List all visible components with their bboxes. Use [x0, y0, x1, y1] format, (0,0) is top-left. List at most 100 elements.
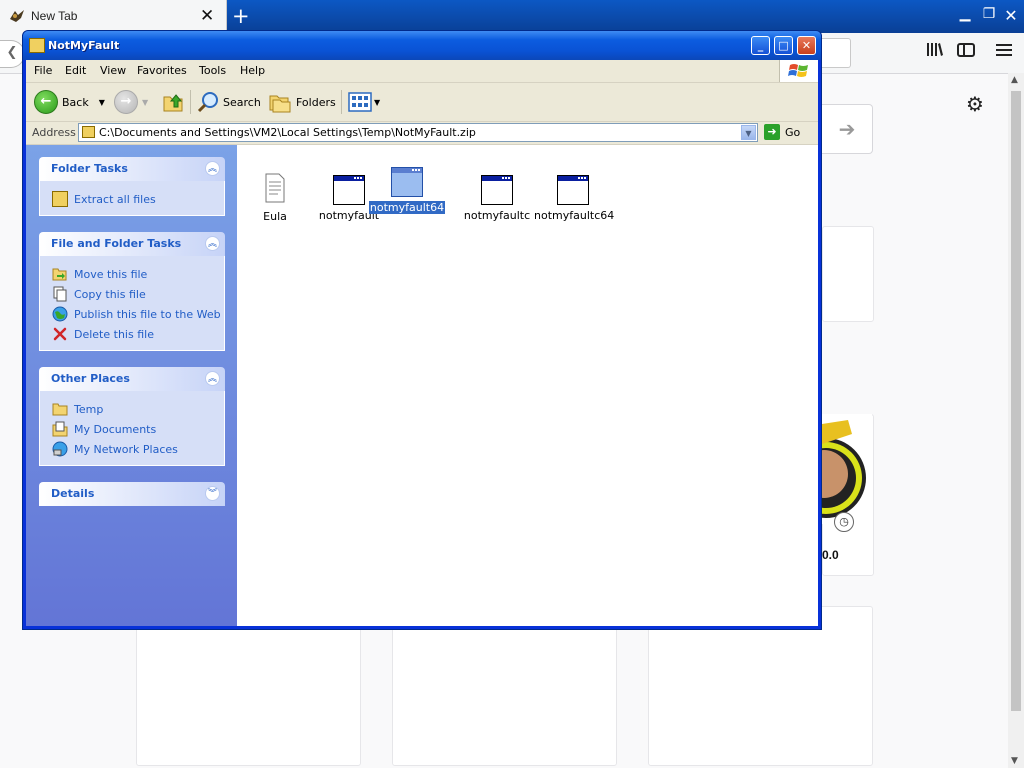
details-title: Details	[51, 487, 95, 500]
collapse-chevron-icon[interactable]: ︽	[205, 236, 220, 251]
back-button[interactable]: ← Back ▼	[34, 89, 105, 115]
menu-bar: File Edit View Favorites Tools Help	[26, 60, 818, 83]
tab-close-button[interactable]: ✕	[200, 6, 214, 26]
file-label: notmyfaultc64	[534, 209, 615, 222]
back-dropdown-icon[interactable]: ▼	[99, 98, 105, 107]
sidebar-toggle-icon[interactable]	[955, 40, 977, 64]
window-title-bar[interactable]: NotMyFault _ □ ✕	[23, 31, 821, 60]
address-path: C:\Documents and Settings\VM2\Local Sett…	[99, 126, 476, 139]
folders-label: Folders	[296, 95, 336, 109]
copy-this-file-link[interactable]: Copy this file	[40, 284, 224, 304]
new-tab-button[interactable]: +	[232, 4, 250, 28]
folder-icon	[52, 403, 68, 416]
my-network-places-link[interactable]: My Network Places	[40, 439, 224, 459]
details-header[interactable]: Details ︾	[39, 482, 225, 506]
explorer-window: NotMyFault _ □ ✕ File Edit View Favorite…	[22, 30, 822, 630]
extract-all-files-link[interactable]: Extract all files	[40, 189, 224, 209]
extract-icon	[52, 191, 68, 207]
delete-this-file-link[interactable]: Delete this file	[40, 324, 224, 344]
file-item-eula[interactable]: Eula	[235, 173, 315, 223]
delete-this-file-label: Delete this file	[74, 327, 154, 341]
go-label: Go	[785, 125, 801, 139]
expand-chevron-icon[interactable]: ︾	[205, 486, 220, 501]
minimize-button[interactable]: _	[751, 36, 770, 55]
search-button[interactable]: Search	[196, 89, 261, 115]
address-bar: Address C:\Documents and Settings\VM2\Lo…	[26, 122, 818, 145]
move-this-file-label: Move this file	[74, 267, 148, 281]
maximize-button[interactable]: □	[774, 36, 793, 55]
scroll-up-icon[interactable]: ▲	[1011, 75, 1018, 85]
file-item-notmyfaultc64[interactable]: notmyfaultc64	[533, 175, 615, 222]
folders-icon	[269, 95, 291, 113]
file-label: notmyfault64	[368, 201, 446, 214]
menu-hamburger-icon[interactable]	[993, 40, 1015, 64]
address-dropdown-icon[interactable]: ▼	[741, 125, 756, 140]
windows-logo-icon	[779, 60, 818, 82]
folder-tasks-title: Folder Tasks	[51, 162, 128, 175]
copy-this-file-label: Copy this file	[74, 287, 146, 301]
documents-icon	[52, 421, 68, 437]
menu-help[interactable]: Help	[240, 64, 265, 77]
toolbar-separator	[341, 90, 342, 114]
publish-to-web-link[interactable]: Publish this file to the Web	[40, 304, 224, 324]
browser-tab[interactable]: New Tab ✕	[0, 0, 227, 33]
browser-close-button[interactable]: ✕	[1001, 6, 1021, 26]
browser-url-bar[interactable]	[818, 38, 851, 68]
text-file-icon	[265, 173, 285, 203]
my-documents-link[interactable]: My Documents	[40, 419, 224, 439]
views-button[interactable]: ▼	[348, 89, 380, 115]
file-folder-tasks-title: File and Folder Tasks	[51, 237, 182, 250]
menu-favorites[interactable]: Favorites	[137, 64, 187, 77]
file-item-notmyfaultc[interactable]: notmyfaultc	[457, 175, 537, 222]
go-button[interactable]: ➜ Go	[764, 124, 800, 140]
library-icon[interactable]	[924, 40, 946, 64]
file-view: Eula notmyfault notmyfault64 notmyfaultc…	[237, 145, 818, 626]
application-icon	[333, 175, 365, 205]
file-label: Eula	[263, 210, 287, 223]
other-places-title: Other Places	[51, 372, 130, 385]
file-folder-tasks-panel: File and Folder Tasks ︽ Move this file C…	[39, 232, 225, 351]
close-button[interactable]: ✕	[797, 36, 816, 55]
tab-title: New Tab	[31, 9, 78, 23]
forward-dropdown-icon[interactable]: ▼	[142, 98, 148, 107]
up-folder-icon	[163, 94, 183, 112]
top-site-tile[interactable]	[822, 226, 874, 322]
top-site-tile[interactable]	[648, 606, 873, 766]
delete-icon	[53, 327, 67, 341]
other-places-header[interactable]: Other Places ︽	[39, 367, 225, 391]
top-site-tile[interactable]	[136, 606, 361, 766]
zip-folder-icon	[82, 126, 95, 138]
move-this-file-link[interactable]: Move this file	[40, 264, 224, 284]
menu-view[interactable]: View	[100, 64, 126, 77]
folders-button[interactable]: Folders	[268, 89, 336, 115]
menu-edit[interactable]: Edit	[65, 64, 86, 77]
browser-minimize-button[interactable]: ▁	[955, 6, 975, 26]
collapse-chevron-icon[interactable]: ︽	[205, 371, 220, 386]
details-panel: Details ︾	[39, 482, 225, 506]
top-site-tile[interactable]	[392, 606, 617, 766]
menu-tools[interactable]: Tools	[199, 64, 226, 77]
application-icon	[481, 175, 513, 205]
collapse-chevron-icon[interactable]: ︽	[205, 161, 220, 176]
folder-tasks-header[interactable]: Folder Tasks ︽	[39, 157, 225, 181]
up-folder-button[interactable]	[162, 89, 186, 115]
temp-link[interactable]: Temp	[40, 399, 224, 419]
file-folder-tasks-header[interactable]: File and Folder Tasks ︽	[39, 232, 225, 256]
search-go-arrow-icon[interactable]: ➔	[822, 104, 873, 154]
menu-file[interactable]: File	[34, 64, 52, 77]
zip-folder-icon	[29, 38, 45, 53]
gear-icon[interactable]: ⚙	[966, 92, 984, 116]
forward-button[interactable]: → ▼	[114, 89, 148, 115]
publish-to-web-label: Publish this file to the Web	[74, 307, 221, 321]
browser-scrollbar[interactable]: ▲ ▼	[1008, 73, 1024, 768]
tile-label: 0.0	[822, 548, 839, 562]
browser-restore-button[interactable]: ❐	[979, 6, 999, 26]
file-item-notmyfault64[interactable]: notmyfault64	[367, 167, 447, 214]
scroll-down-icon[interactable]: ▼	[1011, 756, 1018, 766]
address-input[interactable]: C:\Documents and Settings\VM2\Local Sett…	[78, 123, 758, 142]
views-dropdown-icon[interactable]: ▼	[374, 98, 380, 107]
copy-icon	[53, 286, 67, 302]
scrollbar-thumb[interactable]	[1011, 91, 1021, 711]
application-icon	[557, 175, 589, 205]
tab-favicon-icon	[10, 10, 24, 22]
